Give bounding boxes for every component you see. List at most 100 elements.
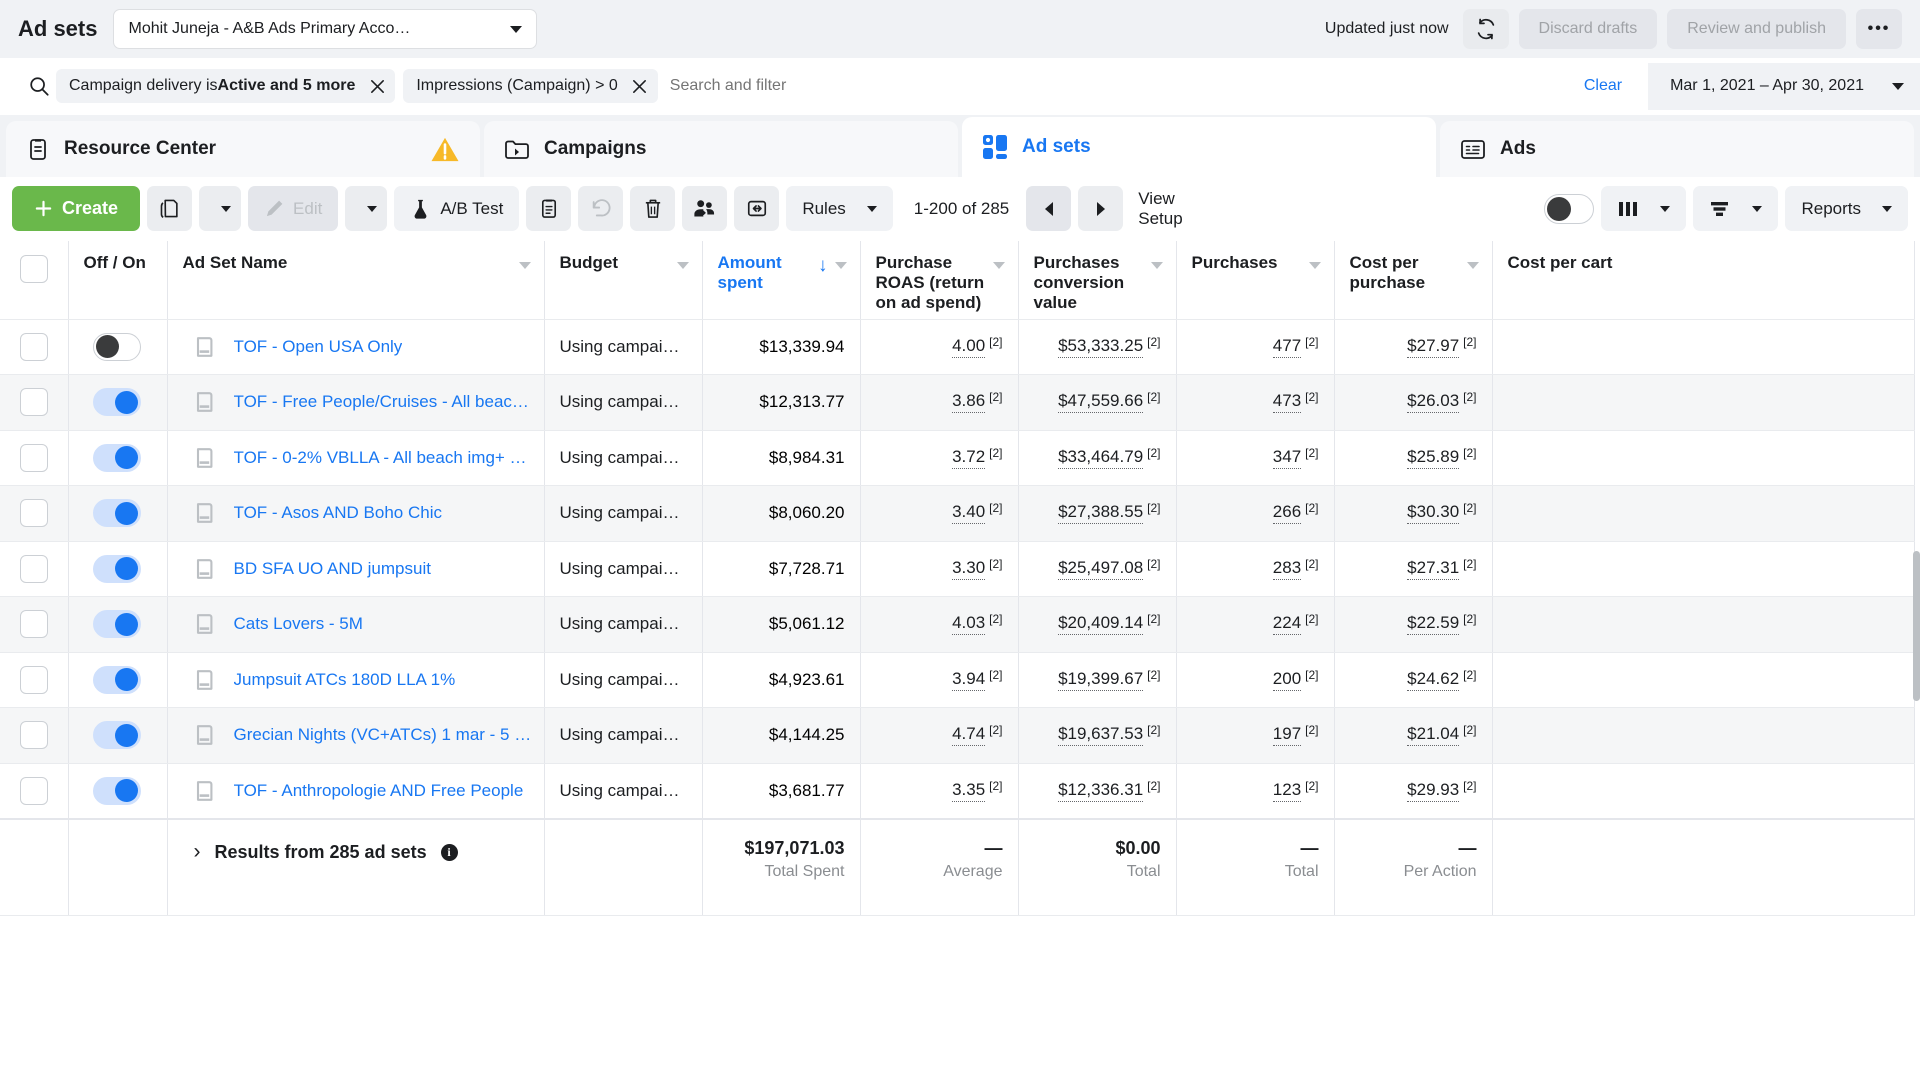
- reports-button[interactable]: Reports: [1785, 186, 1908, 231]
- cost-per-purchase-value[interactable]: $30.30: [1407, 502, 1460, 525]
- cost-per-purchase-value[interactable]: $27.97: [1407, 336, 1460, 358]
- th-cost-per-cart[interactable]: Cost per cart: [1492, 241, 1915, 320]
- purchase-roas-value[interactable]: 3.72: [952, 447, 986, 469]
- ad-set-name-link[interactable]: TOF - Free People/Cruises - All beac…: [234, 392, 529, 412]
- delete-button[interactable]: [630, 186, 676, 231]
- ad-set-on-off-toggle[interactable]: [92, 665, 141, 694]
- ad-account-selector[interactable]: Mohit Juneja - A&B Ads Primary Acco…: [113, 9, 538, 49]
- row-checkbox[interactable]: [19, 443, 48, 472]
- table-row[interactable]: TOF - Asos AND Boho Chic Using campaig… $8…: [0, 485, 1915, 542]
- columns-button[interactable]: [1601, 186, 1687, 231]
- table-row[interactable]: TOF - Anthropologie AND Free People Using…: [0, 763, 1915, 820]
- table-row[interactable]: Cats Lovers - 5M Using campaig… $5,061.12 4…: [0, 596, 1915, 653]
- rules-button[interactable]: Rules: [786, 186, 893, 231]
- date-range-picker[interactable]: Mar 1, 2021 – Apr 30, 2021: [1648, 62, 1920, 110]
- search-input[interactable]: [665, 77, 1574, 95]
- filter-pill-campaign-delivery[interactable]: Campaign delivery is Active and 5 more: [56, 69, 396, 103]
- row-checkbox[interactable]: [19, 665, 48, 694]
- column-menu-icon[interactable]: [1466, 262, 1479, 269]
- ad-set-on-off-toggle[interactable]: [92, 776, 141, 805]
- undo-button[interactable]: [578, 186, 624, 231]
- ad-set-on-off-toggle[interactable]: [92, 721, 141, 750]
- purchases-value[interactable]: 266: [1272, 502, 1302, 525]
- row-checkbox[interactable]: [19, 332, 48, 361]
- next-page-button[interactable]: [1078, 186, 1124, 231]
- column-menu-icon[interactable]: [518, 262, 531, 269]
- purchase-roas-value[interactable]: 4.03: [952, 613, 986, 636]
- purchases-conversion-value-value[interactable]: $27,388.55: [1058, 502, 1144, 525]
- purchase-roas-value[interactable]: 3.35: [952, 780, 986, 802]
- ad-set-on-off-toggle[interactable]: [92, 332, 141, 361]
- more-options-button[interactable]: •••: [1856, 9, 1902, 49]
- filter-pill-impressions[interactable]: Impressions (Campaign) > 0: [403, 69, 658, 103]
- tab-ad-sets[interactable]: Ad sets: [962, 117, 1436, 177]
- edit-button[interactable]: Edit: [248, 186, 339, 231]
- purchases-conversion-value-value[interactable]: $33,464.79: [1058, 447, 1144, 469]
- row-checkbox[interactable]: [19, 776, 48, 805]
- ad-set-name-link[interactable]: TOF - 0-2% VBLLA - All beach img+ …: [234, 448, 527, 468]
- ad-set-name-link[interactable]: Cats Lovers - 5M: [234, 614, 363, 634]
- table-row[interactable]: Jumpsuit ATCs 180D LLA 1% Using campaig… $…: [0, 652, 1915, 708]
- th-ad-set-name[interactable]: Ad Set Name: [167, 241, 545, 320]
- purchase-roas-value[interactable]: 3.40: [952, 502, 986, 525]
- table-row[interactable]: TOF - Free People/Cruises - All beac… Usi…: [0, 374, 1915, 431]
- cost-per-purchase-value[interactable]: $26.03: [1407, 391, 1460, 414]
- ab-test-button[interactable]: A/B Test: [394, 186, 520, 231]
- th-purchases[interactable]: Purchases: [1176, 241, 1335, 320]
- row-checkbox[interactable]: [19, 554, 48, 583]
- ad-set-on-off-toggle[interactable]: [92, 554, 141, 583]
- column-menu-icon[interactable]: [676, 262, 689, 269]
- purchase-roas-value[interactable]: 3.86: [952, 391, 986, 414]
- purchases-value[interactable]: 197: [1272, 724, 1302, 747]
- info-icon[interactable]: i: [440, 843, 458, 861]
- view-setup-toggle[interactable]: [1544, 193, 1595, 224]
- th-amount-spent[interactable]: Amount spent ↓: [702, 241, 861, 320]
- purchase-roas-value[interactable]: 4.74: [952, 724, 986, 747]
- duplicate-dropdown-button[interactable]: [199, 186, 242, 231]
- ad-set-on-off-toggle[interactable]: [92, 388, 141, 417]
- table-row[interactable]: Grecian Nights (VC+ATCs) 1 mar - 5 … Usin…: [0, 707, 1915, 764]
- discard-drafts-button[interactable]: Discard drafts: [1518, 9, 1658, 49]
- duplicate-button[interactable]: [147, 186, 193, 231]
- table-row[interactable]: BD SFA UO AND jumpsuit Using campaig… $7,7…: [0, 541, 1915, 597]
- ad-set-name-link[interactable]: TOF - Anthropologie AND Free People: [234, 781, 524, 801]
- ad-set-on-off-toggle[interactable]: [92, 499, 141, 528]
- purchases-conversion-value-value[interactable]: $47,559.66: [1058, 391, 1144, 414]
- purchase-roas-value[interactable]: 4.00: [952, 336, 986, 358]
- row-checkbox[interactable]: [19, 388, 48, 417]
- cost-per-purchase-value[interactable]: $25.89: [1407, 447, 1460, 469]
- purchases-value[interactable]: 200: [1272, 669, 1302, 691]
- ad-set-on-off-toggle[interactable]: [92, 443, 141, 472]
- refresh-button[interactable]: [1462, 9, 1509, 49]
- table-row[interactable]: TOF - Open USA Only Using campaig… $13,339…: [0, 319, 1915, 375]
- purchases-conversion-value-value[interactable]: $20,409.14: [1058, 613, 1144, 636]
- column-menu-icon[interactable]: [992, 262, 1005, 269]
- cost-per-purchase-value[interactable]: $21.04: [1407, 724, 1460, 747]
- purchases-value[interactable]: 473: [1272, 391, 1302, 414]
- tab-ads[interactable]: Ads: [1440, 121, 1914, 177]
- export-audience-button[interactable]: [682, 186, 728, 231]
- purchases-value[interactable]: 283: [1272, 558, 1302, 580]
- ad-set-name-link[interactable]: Grecian Nights (VC+ATCs) 1 mar - 5 …: [234, 725, 532, 745]
- table-row[interactable]: TOF - 0-2% VBLLA - All beach img+ … Using…: [0, 430, 1915, 486]
- cost-per-purchase-value[interactable]: $24.62: [1407, 669, 1460, 691]
- edit-dropdown-button[interactable]: [345, 186, 388, 231]
- ad-set-on-off-toggle[interactable]: [92, 610, 141, 639]
- purchases-value[interactable]: 347: [1272, 447, 1302, 469]
- ad-set-name-link[interactable]: BD SFA UO AND jumpsuit: [234, 559, 431, 579]
- ad-set-name-link[interactable]: TOF - Asos AND Boho Chic: [234, 503, 442, 523]
- th-budget[interactable]: Budget: [544, 241, 703, 320]
- select-all-checkbox[interactable]: [19, 255, 48, 283]
- row-checkbox[interactable]: [19, 721, 48, 750]
- purchase-roas-value[interactable]: 3.30: [952, 558, 986, 580]
- close-icon[interactable]: [365, 74, 389, 98]
- search-and-filter-container[interactable]: Campaign delivery is Active and 5 more I…: [10, 62, 1643, 110]
- purchases-conversion-value-value[interactable]: $53,333.25: [1058, 336, 1144, 358]
- purchases-value[interactable]: 123: [1272, 780, 1302, 802]
- purchases-conversion-value-value[interactable]: $19,399.67: [1058, 669, 1144, 691]
- th-cost-per-purchase[interactable]: Cost per purchase: [1334, 241, 1493, 320]
- column-menu-icon[interactable]: [1150, 262, 1163, 269]
- th-purchase-roas[interactable]: Purchase ROAS (return on ad spend): [860, 241, 1019, 320]
- review-and-publish-button[interactable]: Review and publish: [1667, 9, 1846, 49]
- cost-per-purchase-value[interactable]: $22.59: [1407, 613, 1460, 636]
